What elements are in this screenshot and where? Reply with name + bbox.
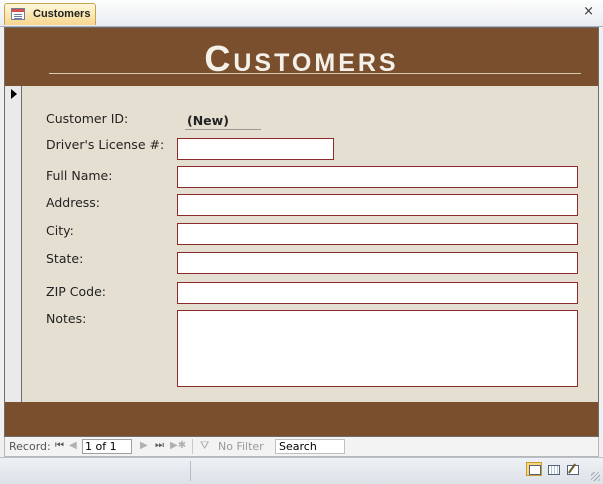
- record-navigation-bar: Record: ⏮ ◀ 1 of 1 ▶ ⏭ ▶✱ ⛛ No Filter Se…: [4, 437, 599, 457]
- status-separator: [190, 461, 191, 481]
- state-field[interactable]: [177, 252, 578, 274]
- notes-field[interactable]: [177, 310, 578, 387]
- record-label: Record:: [9, 440, 51, 453]
- tab-customers[interactable]: Customers: [4, 3, 96, 25]
- form-title: Customers: [204, 38, 399, 79]
- current-record-input[interactable]: 1 of 1: [82, 439, 132, 454]
- resize-grip-icon[interactable]: [591, 472, 600, 481]
- zip-code-label: ZIP Code:: [46, 284, 106, 299]
- full-name-label: Full Name:: [46, 168, 113, 183]
- no-filter-button[interactable]: No Filter: [218, 440, 264, 453]
- nav-separator: [192, 439, 193, 454]
- drivers-license-field[interactable]: [177, 138, 334, 160]
- layout-view-icon[interactable]: [545, 462, 561, 476]
- current-record-arrow-icon: [11, 89, 17, 99]
- close-button[interactable]: ×: [583, 4, 594, 19]
- customer-id-underline: [185, 129, 261, 130]
- new-record-button[interactable]: ▶✱: [170, 440, 186, 451]
- address-label: Address:: [46, 195, 100, 210]
- design-view-icon[interactable]: [564, 462, 580, 476]
- customer-id-value: (New): [187, 113, 229, 128]
- drivers-license-label: Driver's License #:: [46, 137, 165, 152]
- form-footer: [5, 402, 598, 436]
- record-selector[interactable]: [5, 86, 22, 402]
- city-field[interactable]: [177, 223, 578, 245]
- customer-id-label: Customer ID:: [46, 111, 129, 126]
- full-name-field[interactable]: [177, 166, 578, 188]
- document-tab-strip: Customers ×: [0, 0, 603, 27]
- search-input[interactable]: Search: [275, 439, 345, 454]
- state-label: State:: [46, 251, 84, 266]
- form-icon: [11, 8, 25, 20]
- first-record-button[interactable]: ⏮: [55, 440, 64, 451]
- form-view-icon[interactable]: [526, 462, 542, 476]
- zip-code-field[interactable]: [177, 282, 578, 304]
- tab-label: Customers: [33, 8, 91, 20]
- previous-record-button[interactable]: ◀: [69, 440, 77, 451]
- status-bar: [0, 457, 603, 484]
- form-header: Customers: [5, 28, 598, 86]
- address-field[interactable]: [177, 194, 578, 216]
- customers-form: Customers Customer ID: (New) Driver's Li…: [4, 27, 599, 437]
- notes-label: Notes:: [46, 311, 87, 326]
- city-label: City:: [46, 223, 74, 238]
- next-record-button[interactable]: ▶: [140, 440, 148, 451]
- last-record-button[interactable]: ⏭: [155, 440, 164, 451]
- title-divider: [49, 73, 581, 74]
- funnel-icon[interactable]: ⛛: [200, 439, 209, 453]
